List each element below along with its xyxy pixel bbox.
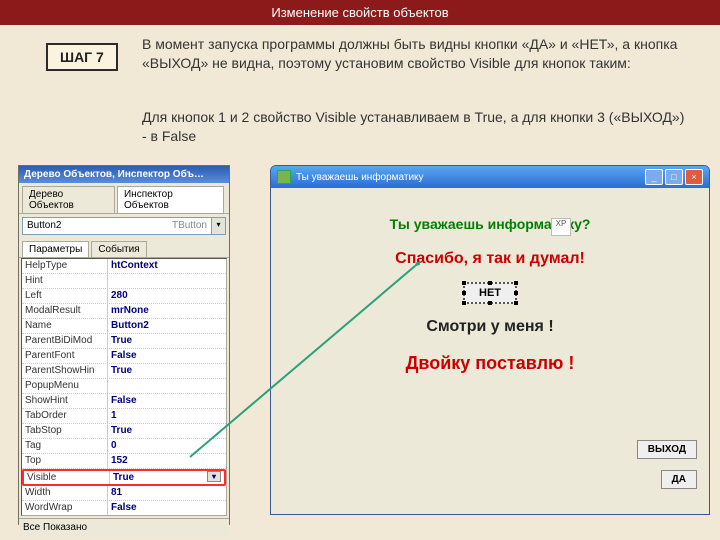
- property-name: ModalResult: [22, 304, 108, 318]
- property-name: TabStop: [22, 424, 108, 438]
- inspector-top-tabs: Дерево Объектов Инспектор Объектов: [19, 183, 229, 214]
- property-value[interactable]: 1: [108, 409, 226, 423]
- property-row-modalresult[interactable]: ModalResultmrNone: [22, 304, 226, 319]
- minimize-button[interactable]: _: [645, 169, 663, 185]
- page-header: Изменение свойств объектов: [0, 0, 720, 25]
- inspector-sub-tabs: Параметры События: [19, 238, 229, 258]
- property-name: ParentBiDiMod: [22, 334, 108, 348]
- exit-button[interactable]: ВЫХОД: [637, 440, 697, 459]
- property-value[interactable]: False: [108, 394, 226, 408]
- app-icon: [277, 170, 291, 184]
- property-name: Left: [22, 289, 108, 303]
- property-value[interactable]: True: [108, 424, 226, 438]
- property-row-tabstop[interactable]: TabStopTrue: [22, 424, 226, 439]
- property-value[interactable]: Button2: [108, 319, 226, 333]
- property-row-visible[interactable]: VisibleTrue: [22, 469, 226, 486]
- object-inspector-panel: Дерево Объектов, Инспектор Объ… Дерево О…: [18, 165, 230, 525]
- paragraph-2: Для кнопок 1 и 2 свойство Visible устана…: [142, 108, 692, 146]
- yes-button-label: ДА: [672, 474, 686, 485]
- question-label: Ты уважаешь информатику?: [271, 216, 709, 232]
- property-name: Tag: [22, 439, 108, 453]
- exit-button-label: ВЫХОД: [648, 444, 686, 455]
- step-badge: ШАГ 7: [46, 43, 118, 71]
- property-name: WordWrap: [22, 501, 108, 515]
- inspector-title[interactable]: Дерево Объектов, Инспектор Объ…: [19, 166, 229, 183]
- property-grid[interactable]: HelpTypehtContextHintLeft280ModalResultm…: [21, 258, 227, 516]
- property-name: Name: [22, 319, 108, 333]
- maximize-button[interactable]: □: [665, 169, 683, 185]
- inspector-status: Все Показано: [19, 518, 229, 536]
- tab-inspector[interactable]: Инспектор Объектов: [117, 186, 224, 213]
- object-selector[interactable]: Button2 TButton ▾: [22, 217, 226, 235]
- paragraph-1: В момент запуска программы должны быть в…: [142, 35, 692, 73]
- property-name: ParentShowHin: [22, 364, 108, 378]
- property-name: Top: [22, 454, 108, 468]
- property-row-tag[interactable]: Tag0: [22, 439, 226, 454]
- property-value[interactable]: False: [108, 501, 226, 515]
- property-value[interactable]: True: [108, 334, 226, 348]
- selected-object-type: TButton: [168, 218, 211, 234]
- tab-object-tree[interactable]: Дерево Объектов: [22, 186, 115, 213]
- no-button[interactable]: НЕТ: [463, 282, 517, 304]
- property-row-width[interactable]: Width81: [22, 486, 226, 501]
- property-row-popupmenu[interactable]: PopupMenu: [22, 379, 226, 394]
- property-row-hint[interactable]: Hint: [22, 274, 226, 289]
- xp-manifest-icon: XP: [551, 218, 571, 236]
- close-button[interactable]: ×: [685, 169, 703, 185]
- thanks-label: Спасибо, я так и думал!: [271, 250, 709, 268]
- property-row-helptype[interactable]: HelpTypehtContext: [22, 259, 226, 274]
- property-row-showhint[interactable]: ShowHintFalse: [22, 394, 226, 409]
- property-name: ShowHint: [22, 394, 108, 408]
- selected-object-name: Button2: [23, 218, 168, 234]
- app-title: Ты уважаешь информатику: [296, 172, 424, 183]
- app-body: Ты уважаешь информатику? XP Спасибо, я т…: [271, 188, 709, 514]
- property-value[interactable]: True: [110, 471, 224, 484]
- dropdown-icon[interactable]: ▾: [211, 218, 225, 234]
- property-name: TabOrder: [22, 409, 108, 423]
- property-row-top[interactable]: Top152: [22, 454, 226, 469]
- tab-properties[interactable]: Параметры: [22, 241, 89, 257]
- property-row-parentfont[interactable]: ParentFontFalse: [22, 349, 226, 364]
- property-row-name[interactable]: NameButton2: [22, 319, 226, 334]
- property-value[interactable]: 0: [108, 439, 226, 453]
- property-value[interactable]: [108, 379, 226, 393]
- titlebar[interactable]: Ты уважаешь информатику _ □ ×: [271, 166, 709, 188]
- look-label: Смотри у меня !: [271, 318, 709, 336]
- property-row-taborder[interactable]: TabOrder1: [22, 409, 226, 424]
- property-row-parentshowhin[interactable]: ParentShowHinTrue: [22, 364, 226, 379]
- tab-events[interactable]: События: [91, 241, 146, 257]
- step-label: ШАГ 7: [60, 49, 104, 65]
- property-value[interactable]: 152: [108, 454, 226, 468]
- property-value[interactable]: [108, 274, 226, 288]
- property-value[interactable]: htContext: [108, 259, 226, 273]
- app-window: Ты уважаешь информатику _ □ × Ты уважаеш…: [270, 165, 710, 515]
- property-name: Width: [22, 486, 108, 500]
- property-name: HelpType: [22, 259, 108, 273]
- property-row-left[interactable]: Left280: [22, 289, 226, 304]
- property-row-wordwrap[interactable]: WordWrapFalse: [22, 501, 226, 516]
- property-row-parentbidimod[interactable]: ParentBiDiModTrue: [22, 334, 226, 349]
- property-name: Hint: [22, 274, 108, 288]
- property-name: ParentFont: [22, 349, 108, 363]
- property-value[interactable]: 280: [108, 289, 226, 303]
- property-value[interactable]: False: [108, 349, 226, 363]
- property-value[interactable]: True: [108, 364, 226, 378]
- fail-label: Двойку поставлю !: [271, 353, 709, 374]
- property-name: Visible: [24, 471, 110, 484]
- page-title: Изменение свойств объектов: [271, 5, 448, 20]
- property-value[interactable]: 81: [108, 486, 226, 500]
- no-button-label: НЕТ: [479, 287, 501, 299]
- yes-button[interactable]: ДА: [661, 470, 697, 489]
- property-value[interactable]: mrNone: [108, 304, 226, 318]
- property-name: PopupMenu: [22, 379, 108, 393]
